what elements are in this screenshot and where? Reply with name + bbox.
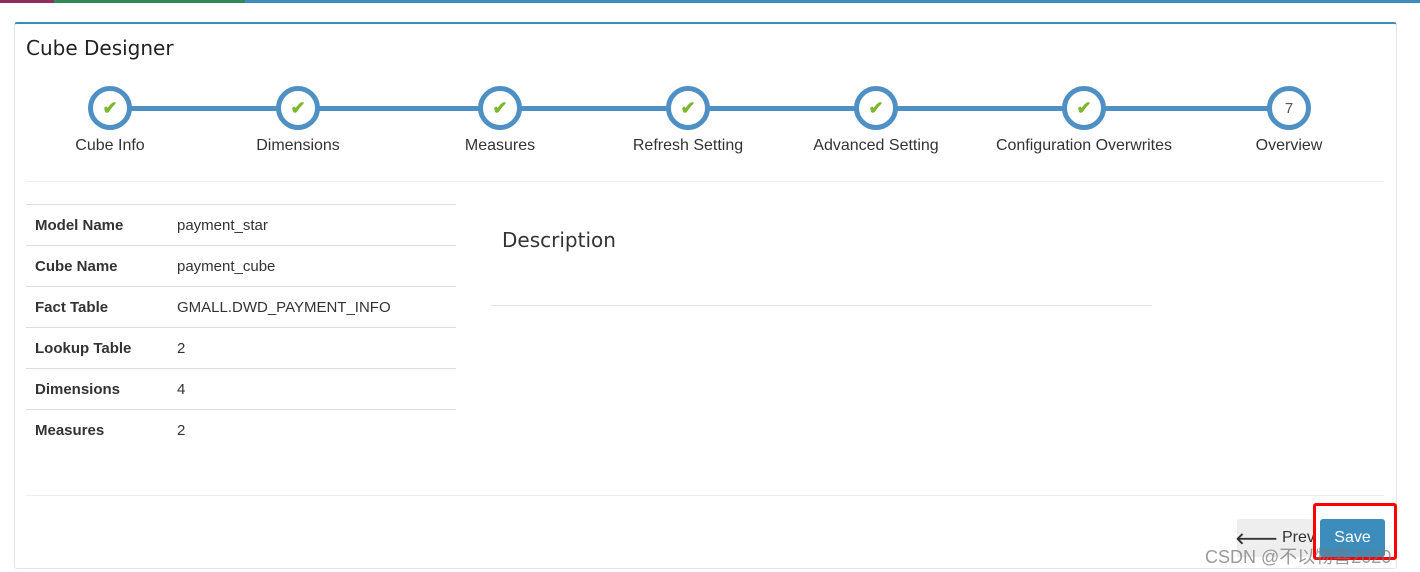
row-value: 2	[168, 409, 456, 451]
step-label[interactable]: Measures	[400, 137, 600, 155]
step-label[interactable]: Dimensions	[198, 137, 398, 155]
step-connector	[110, 106, 298, 111]
top-color-bar	[0, 0, 1420, 3]
row-value: GMALL.DWD_PAYMENT_INFO	[168, 286, 456, 328]
check-icon: ✔	[1076, 97, 1092, 118]
step-connector	[298, 106, 500, 111]
row-label: Dimensions	[26, 368, 168, 410]
table-row: Cube Name payment_cube	[26, 245, 456, 287]
table-row: Lookup Table 2	[26, 327, 456, 369]
check-icon: ✔	[492, 97, 508, 118]
step-label[interactable]: Refresh Setting	[588, 137, 788, 155]
watermark: CSDN @不以物喜2020	[1205, 547, 1392, 567]
step-overview[interactable]: 7	[1267, 86, 1311, 130]
step-refresh-setting[interactable]: ✔	[666, 86, 710, 130]
check-icon: ✔	[680, 97, 696, 118]
step-label[interactable]: Configuration Overwrites	[984, 137, 1184, 155]
step-label[interactable]: Overview	[1189, 137, 1389, 155]
row-label: Lookup Table	[26, 327, 168, 369]
step-configuration-overwrites[interactable]: ✔	[1062, 86, 1106, 130]
row-label: Cube Name	[26, 245, 168, 287]
cube-summary-table: Model Name payment_star Cube Name payment_c…	[26, 204, 456, 451]
step-dimensions[interactable]: ✔	[276, 86, 320, 130]
check-icon: ✔	[290, 97, 306, 118]
table-row: Measures 2	[26, 409, 456, 451]
check-icon: ✔	[868, 97, 884, 118]
row-value: 2	[168, 327, 456, 369]
step-number: 7	[1284, 99, 1294, 117]
row-label: Fact Table	[26, 286, 168, 328]
step-label[interactable]: Cube Info	[10, 137, 210, 155]
row-value: payment_cube	[168, 245, 456, 287]
step-measures[interactable]: ✔	[478, 86, 522, 130]
check-icon: ✔	[102, 97, 118, 118]
table-row: Dimensions 4	[26, 368, 456, 410]
step-cube-info[interactable]: ✔	[88, 86, 132, 130]
step-advanced-setting[interactable]: ✔	[854, 86, 898, 130]
step-connector	[876, 106, 1084, 111]
row-value: 4	[168, 368, 456, 410]
description-title: Description	[502, 228, 616, 252]
table-row: Model Name payment_star	[26, 204, 456, 246]
page-title: Cube Designer	[26, 36, 174, 60]
row-label: Model Name	[26, 204, 168, 246]
step-connector	[500, 106, 688, 111]
description-panel: Description	[491, 205, 1152, 306]
divider	[26, 181, 1384, 182]
table-row: Fact Table GMALL.DWD_PAYMENT_INFO	[26, 286, 456, 328]
step-connector	[1084, 106, 1289, 111]
step-connector	[688, 106, 876, 111]
divider	[26, 495, 1384, 496]
row-label: Measures	[26, 409, 168, 451]
step-label[interactable]: Advanced Setting	[776, 137, 976, 155]
row-value: payment_star	[168, 204, 456, 246]
